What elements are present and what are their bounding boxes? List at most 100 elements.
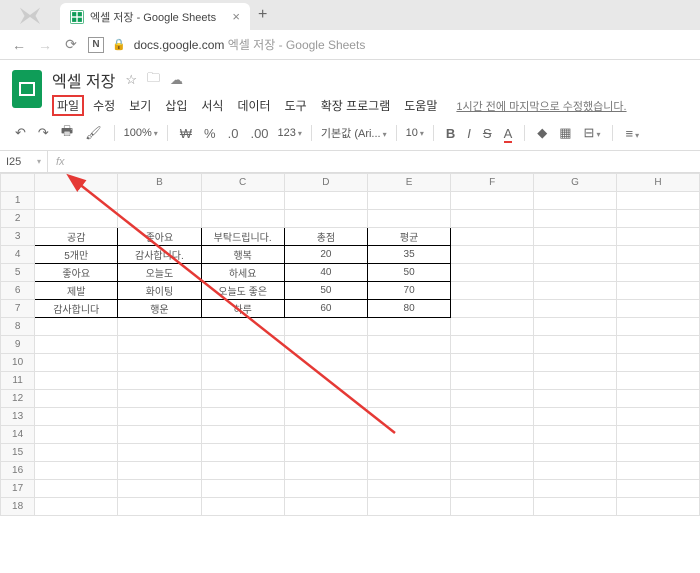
cell[interactable] <box>534 192 617 210</box>
cell[interactable] <box>368 318 451 336</box>
zoom-select[interactable]: 100% <box>124 127 158 139</box>
cell[interactable] <box>35 372 118 390</box>
cell[interactable] <box>201 336 284 354</box>
cell[interactable] <box>118 372 201 390</box>
cell[interactable] <box>368 408 451 426</box>
cell[interactable] <box>617 210 700 228</box>
column-header[interactable]: B <box>118 174 201 192</box>
undo-button[interactable]: ↶ <box>12 123 29 143</box>
cell[interactable] <box>201 318 284 336</box>
cell[interactable]: 20 <box>284 246 367 264</box>
row-header[interactable]: 15 <box>1 444 35 462</box>
cell[interactable] <box>201 444 284 462</box>
cell[interactable] <box>35 408 118 426</box>
cell[interactable] <box>534 372 617 390</box>
cell[interactable] <box>534 228 617 246</box>
row-header[interactable]: 1 <box>1 192 35 210</box>
cell[interactable] <box>35 192 118 210</box>
cell[interactable] <box>617 444 700 462</box>
cell[interactable] <box>534 210 617 228</box>
cell[interactable] <box>35 480 118 498</box>
cell[interactable] <box>617 282 700 300</box>
back-button[interactable]: ← <box>10 37 28 53</box>
cell[interactable] <box>368 210 451 228</box>
column-header[interactable]: A <box>35 174 118 192</box>
percent-button[interactable]: % <box>201 124 219 143</box>
cell[interactable] <box>118 480 201 498</box>
cell[interactable] <box>451 300 534 318</box>
cell[interactable] <box>201 408 284 426</box>
row-header[interactable]: 16 <box>1 462 35 480</box>
cell[interactable] <box>534 408 617 426</box>
strikethrough-button[interactable]: S <box>480 124 495 143</box>
menu-data[interactable]: 데이터 <box>232 95 275 116</box>
cell[interactable] <box>534 282 617 300</box>
cell[interactable] <box>284 462 367 480</box>
cell[interactable] <box>35 462 118 480</box>
cell[interactable]: 좋아요 <box>118 228 201 246</box>
star-icon[interactable]: ☆ <box>125 72 137 88</box>
cell[interactable] <box>118 408 201 426</box>
cell[interactable] <box>201 372 284 390</box>
cell[interactable] <box>35 426 118 444</box>
cell[interactable] <box>201 462 284 480</box>
cell[interactable] <box>118 498 201 516</box>
cell[interactable] <box>617 462 700 480</box>
cell[interactable] <box>451 390 534 408</box>
cell[interactable] <box>118 210 201 228</box>
cell[interactable] <box>617 300 700 318</box>
cell[interactable] <box>451 210 534 228</box>
cell[interactable]: 70 <box>368 282 451 300</box>
fill-color-button[interactable]: ◆ <box>534 123 550 143</box>
menu-format[interactable]: 서식 <box>196 95 228 116</box>
cell[interactable] <box>534 318 617 336</box>
cell[interactable] <box>118 426 201 444</box>
row-header[interactable]: 12 <box>1 390 35 408</box>
cell[interactable] <box>368 192 451 210</box>
cell[interactable] <box>451 282 534 300</box>
move-icon[interactable]: 🗀 <box>147 69 160 91</box>
cell[interactable] <box>617 498 700 516</box>
cell[interactable]: 행복 <box>201 246 284 264</box>
cell[interactable] <box>35 390 118 408</box>
cell[interactable]: 좋아요 <box>35 264 118 282</box>
row-header[interactable]: 2 <box>1 210 35 228</box>
row-header[interactable]: 11 <box>1 372 35 390</box>
cell[interactable]: 총점 <box>284 228 367 246</box>
decrease-decimal-button[interactable]: .0 <box>225 124 242 143</box>
menu-insert[interactable]: 삽입 <box>160 95 192 116</box>
cell[interactable] <box>617 318 700 336</box>
cell[interactable] <box>534 390 617 408</box>
cell[interactable] <box>451 192 534 210</box>
cell[interactable] <box>368 426 451 444</box>
sheets-app-icon[interactable] <box>12 70 42 108</box>
align-button[interactable]: ≡ <box>622 124 642 143</box>
cell[interactable] <box>118 318 201 336</box>
italic-button[interactable]: I <box>464 124 474 143</box>
cell[interactable] <box>534 480 617 498</box>
cell[interactable] <box>284 498 367 516</box>
row-header[interactable]: 4 <box>1 246 35 264</box>
cell[interactable] <box>368 480 451 498</box>
currency-button[interactable]: ₩ <box>177 124 195 143</box>
menu-file[interactable]: 파일 <box>52 95 84 116</box>
cell[interactable] <box>534 300 617 318</box>
name-box[interactable]: I25 <box>0 151 48 172</box>
cell[interactable] <box>451 246 534 264</box>
cell[interactable] <box>118 390 201 408</box>
forward-button[interactable]: → <box>36 37 54 53</box>
cell[interactable] <box>451 336 534 354</box>
cell[interactable] <box>451 444 534 462</box>
cell[interactable] <box>201 498 284 516</box>
cell[interactable]: 제발 <box>35 282 118 300</box>
cell[interactable] <box>118 354 201 372</box>
cell[interactable]: 80 <box>368 300 451 318</box>
cell[interactable]: 감사합니다. <box>118 246 201 264</box>
cell[interactable] <box>617 480 700 498</box>
cell[interactable] <box>451 462 534 480</box>
borders-button[interactable]: ▦ <box>556 123 574 143</box>
cell[interactable] <box>617 246 700 264</box>
cell[interactable] <box>451 480 534 498</box>
bold-button[interactable]: B <box>443 124 458 143</box>
cell[interactable]: 오늘도 <box>118 264 201 282</box>
